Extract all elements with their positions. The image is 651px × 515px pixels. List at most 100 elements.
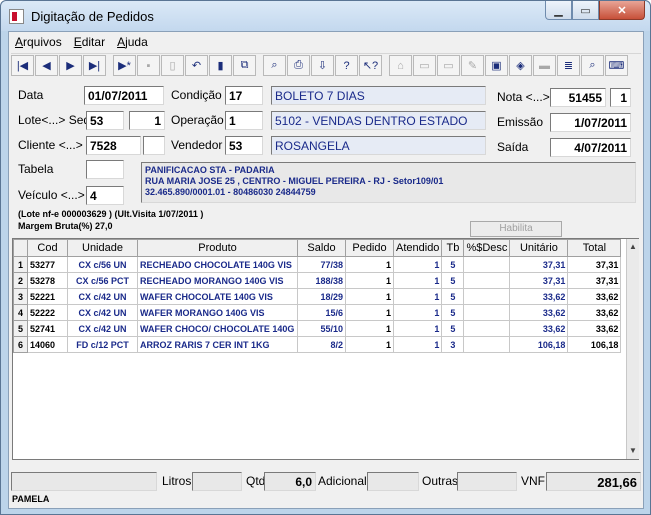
table-cell[interactable]: 52222 bbox=[27, 304, 68, 321]
table-cell[interactable]: CX c/42 UN bbox=[67, 288, 138, 305]
column-header[interactable]: Cod bbox=[27, 239, 68, 257]
binoculars-button[interactable]: ⌕ bbox=[263, 55, 286, 76]
table-cell[interactable]: 33,62 bbox=[509, 288, 569, 305]
new-record-button[interactable]: ▶* bbox=[113, 55, 136, 76]
edit-doc-button[interactable]: ✎ bbox=[461, 55, 484, 76]
table-cell[interactable]: 106,18 bbox=[509, 336, 569, 353]
table-cell[interactable]: 1 bbox=[392, 288, 443, 305]
emissao-field[interactable]: 1/07/2011 bbox=[550, 113, 631, 132]
last-button[interactable]: ▶| bbox=[83, 55, 106, 76]
cliente-field[interactable]: 7528 bbox=[86, 136, 141, 155]
table-cell[interactable] bbox=[463, 304, 511, 321]
scroll-down-icon[interactable]: ▼ bbox=[627, 443, 639, 459]
table-cell[interactable]: 1 bbox=[392, 272, 443, 289]
column-header[interactable]: Unitário bbox=[509, 239, 569, 257]
undo-button[interactable]: ↶ bbox=[185, 55, 208, 76]
items-grid[interactable]: Cod Unidade Produto Saldo Pedido Atendido Tb %$… bbox=[12, 238, 639, 460]
first-button[interactable]: |◀ bbox=[11, 55, 34, 76]
condicao-code-field[interactable]: 17 bbox=[225, 86, 263, 105]
doc2-button[interactable]: ▭ bbox=[437, 55, 460, 76]
stamp-button[interactable]: ⌂ bbox=[389, 55, 412, 76]
table-cell[interactable]: 37,31 bbox=[567, 256, 622, 273]
table-cell[interactable]: 1 bbox=[345, 336, 394, 353]
tabela-field[interactable] bbox=[86, 160, 124, 179]
import-button[interactable]: ⇩ bbox=[311, 55, 334, 76]
list-button[interactable]: ≣ bbox=[557, 55, 580, 76]
table-cell[interactable]: 1 bbox=[345, 288, 394, 305]
close-button[interactable]: ✕ bbox=[599, 1, 645, 20]
table-cell[interactable]: WAFER MORANGO 140G VIS bbox=[137, 304, 298, 321]
maximize-button[interactable]: ▭ bbox=[572, 1, 599, 20]
table-cell[interactable]: 77/38 bbox=[297, 256, 346, 273]
lote-seq-label[interactable]: Lote<...> Seq bbox=[18, 113, 90, 127]
column-header[interactable] bbox=[13, 239, 28, 257]
search-doc-button[interactable]: ⌕ bbox=[581, 55, 604, 76]
menu-editar[interactable]: Editar bbox=[68, 32, 111, 52]
operacao-code-field[interactable]: 1 bbox=[225, 111, 263, 130]
table-cell[interactable]: 52221 bbox=[27, 288, 68, 305]
column-header[interactable]: Produto bbox=[137, 239, 298, 257]
table-cell[interactable]: 1 bbox=[345, 272, 394, 289]
table-row[interactable]: 4 52222 CX c/42 UN WAFER MORANGO 140G VIS 15… bbox=[13, 304, 622, 321]
habilita-button[interactable]: Habilita bbox=[470, 221, 562, 237]
truck-button[interactable]: ▬ bbox=[533, 55, 556, 76]
print-button[interactable]: ⎙ bbox=[287, 55, 310, 76]
table-cell[interactable]: FD c/12 PCT bbox=[67, 336, 138, 353]
table-cell[interactable]: 5 bbox=[441, 256, 465, 273]
table-cell[interactable]: 52741 bbox=[27, 320, 68, 337]
grid-scrollbar[interactable]: ▲ ▼ bbox=[626, 239, 639, 459]
table-cell[interactable]: 188/38 bbox=[297, 272, 346, 289]
table-cell[interactable]: 53278 bbox=[27, 272, 68, 289]
table-cell[interactable]: WAFER CHOCOLATE 140G VIS bbox=[137, 288, 298, 305]
table-cell[interactable] bbox=[463, 272, 511, 289]
table-row[interactable]: 5 52741 CX c/42 UN WAFER CHOCO/ CHOCOLATE 1… bbox=[13, 320, 622, 337]
table-cell[interactable]: WAFER CHOCO/ CHOCOLATE 140G bbox=[137, 320, 298, 337]
veiculo-label[interactable]: Veículo <...> bbox=[18, 188, 85, 202]
table-cell[interactable]: CX c/56 PCT bbox=[67, 272, 138, 289]
table-row[interactable]: 2 53278 CX c/56 PCT RECHEADO MORANGO 140G V… bbox=[13, 272, 622, 289]
table-cell[interactable]: 37,31 bbox=[567, 272, 622, 289]
table-cell[interactable]: 33,62 bbox=[567, 304, 622, 321]
table-cell[interactable]: 1 bbox=[345, 256, 394, 273]
cliente-extra-field[interactable] bbox=[143, 136, 165, 155]
vendedor-code-field[interactable]: 53 bbox=[225, 136, 263, 155]
table-cell[interactable]: ARROZ RARIS 7 CER INT 1KG bbox=[137, 336, 298, 353]
nota-field[interactable]: 51455 bbox=[550, 88, 606, 107]
table-cell[interactable] bbox=[463, 256, 511, 273]
eraser-button[interactable]: ◈ bbox=[509, 55, 532, 76]
column-header[interactable]: Pedido bbox=[345, 239, 394, 257]
cliente-label[interactable]: Cliente <...> bbox=[18, 138, 83, 152]
column-header[interactable]: %$Desc bbox=[463, 239, 511, 257]
copy-button[interactable]: ⧉ bbox=[233, 55, 256, 76]
menu-arquivos[interactable]: Arquivos bbox=[9, 32, 68, 52]
table-cell[interactable]: 37,31 bbox=[509, 256, 569, 273]
table-cell[interactable]: 37,31 bbox=[509, 272, 569, 289]
delete-button[interactable]: ▯ bbox=[161, 55, 184, 76]
column-header[interactable]: Total bbox=[567, 239, 622, 257]
saida-field[interactable]: 4/07/2011 bbox=[550, 138, 631, 157]
table-cell[interactable]: 18/29 bbox=[297, 288, 346, 305]
table-cell[interactable]: 5 bbox=[441, 288, 465, 305]
table-cell[interactable]: 33,62 bbox=[567, 288, 622, 305]
nota-label[interactable]: Nota <...> bbox=[497, 90, 550, 104]
table-cell[interactable]: 33,62 bbox=[567, 320, 622, 337]
table-row[interactable]: 6 14060 FD c/12 PCT ARROZ RARIS 7 CER INT 1… bbox=[13, 336, 622, 353]
table-cell[interactable]: CX c/56 UN bbox=[67, 256, 138, 273]
data-field[interactable]: 01/07/2011 bbox=[84, 86, 164, 105]
table-cell[interactable] bbox=[463, 288, 511, 305]
table-cell[interactable]: 1 bbox=[392, 256, 443, 273]
column-header[interactable]: Unidade bbox=[67, 239, 138, 257]
context-help-button[interactable]: ↖? bbox=[359, 55, 382, 76]
prev-button[interactable]: ◀ bbox=[35, 55, 58, 76]
books-button[interactable]: ▮ bbox=[209, 55, 232, 76]
menu-ajuda[interactable]: Ajuda bbox=[111, 32, 154, 52]
next-button[interactable]: ▶ bbox=[59, 55, 82, 76]
table-cell[interactable]: 8/2 bbox=[297, 336, 346, 353]
table-cell[interactable]: 33,62 bbox=[509, 320, 569, 337]
nota-serie-field[interactable]: 1 bbox=[610, 88, 631, 107]
table-cell[interactable]: 15/6 bbox=[297, 304, 346, 321]
help-button[interactable]: ? bbox=[335, 55, 358, 76]
seq-field[interactable]: 1 bbox=[129, 111, 165, 130]
table-cell[interactable]: 5 bbox=[441, 304, 465, 321]
table-row[interactable]: 3 52221 CX c/42 UN WAFER CHOCOLATE 140G VIS… bbox=[13, 288, 622, 305]
